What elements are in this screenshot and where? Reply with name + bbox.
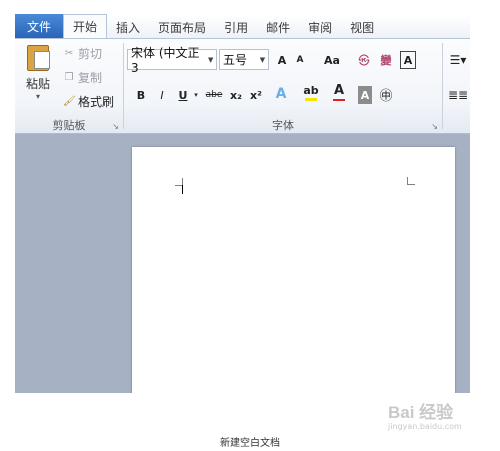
tab-file[interactable]: 文件 [15,14,64,38]
copy-label: 复制 [78,71,103,85]
underline-button[interactable]: U [176,86,190,104]
watermark-text: Bai 经验 [388,403,454,422]
paste-button[interactable]: 粘贴 ▾ [19,43,57,113]
watermark-logo: Bai 经验 jingyan.baidu.com [388,398,488,438]
grow-font-button[interactable]: A [274,51,290,69]
clipboard-group-label: 剪贴板 [52,119,86,132]
font-group: 宋体 (中文正3 ▼ 五号 ▼ A A Aa ㉿ 變 A B I U ▾ abe… [124,39,442,133]
enclose-characters-button[interactable]: ㊥ [378,85,394,104]
bullets-icon[interactable]: ☰▾ [447,51,469,69]
chevron-down-icon: ▼ [259,55,266,64]
shrink-font-button[interactable]: A [292,51,308,69]
font-color-button[interactable]: A [331,83,347,101]
subscript-button[interactable]: x₂ [228,86,244,104]
font-color-letter: A [333,83,345,98]
chevron-down-icon[interactable]: ▾ [192,86,200,104]
text-effects-button[interactable]: A [272,85,290,103]
highlight-button[interactable]: ab [302,83,320,101]
font-name-value: 宋体 (中文正3 [131,46,200,75]
ribbon-tab-bar: 文件 开始 插入 页面布局 引用 邮件 审阅 视图 [15,14,470,38]
clipboard-group: 粘贴 ▾ ✂ 剪切 ❐ 复制 🖌 格式刷 剪贴板 ↘ [15,39,123,133]
bold-button[interactable]: B [134,86,148,104]
tab-view[interactable]: 视图 [341,16,383,38]
paragraph-group: ☰▾ ≣≣ [445,39,470,133]
ribbon-home: 粘贴 ▾ ✂ 剪切 ❐ 复制 🖌 格式刷 剪贴板 ↘ 宋体 (中文正3 ▼ 五号… [15,38,470,134]
clear-formatting-button[interactable]: ㉿ [356,51,372,69]
cut-button[interactable]: ✂ 剪切 [63,45,102,62]
change-case-button[interactable]: Aa [320,51,344,69]
font-group-label: 字体 [272,119,294,132]
cut-label: 剪切 [78,47,103,61]
format-painter-label: 格式刷 [78,95,115,109]
paste-label: 粘贴 [25,77,50,91]
chevron-down-icon: ▼ [207,55,214,64]
tab-review[interactable]: 审阅 [299,16,341,38]
watermark-subtext: jingyan.baidu.com [388,422,462,431]
font-size-value: 五号 [223,53,248,67]
copy-icon: ❐ [64,72,74,83]
copy-button[interactable]: ❐ 复制 [63,69,103,86]
chevron-down-icon: ▾ [35,92,40,101]
clipboard-icon [27,45,50,71]
group-divider [442,43,443,129]
text-cursor [182,185,183,194]
highlight-letter: ab [303,83,319,97]
strikethrough-button[interactable]: abe [204,86,224,104]
character-border-button[interactable]: A [400,51,416,69]
highlight-color-bar [305,97,317,101]
tab-mailings[interactable]: 邮件 [257,16,299,38]
tab-page-layout[interactable]: 页面布局 [149,16,215,38]
align-left-icon[interactable]: ≣≣ [447,86,469,104]
font-size-combo[interactable]: 五号 ▼ [219,49,269,70]
margin-marker [407,177,415,185]
tab-insert[interactable]: 插入 [107,16,149,38]
brush-icon: 🖌 [63,96,76,107]
document-page[interactable] [132,147,455,393]
format-painter-button[interactable]: 🖌 格式刷 [63,93,114,110]
character-shading-button[interactable]: A [358,86,372,104]
scissors-icon: ✂ [64,48,74,59]
caption: 新建空白文档 [220,438,280,449]
font-name-combo[interactable]: 宋体 (中文正3 ▼ [127,46,217,75]
superscript-button[interactable]: x² [248,86,264,104]
phonetic-guide-button[interactable]: 變 [378,51,394,69]
dialog-launcher-icon[interactable]: ↘ [431,122,438,131]
italic-button[interactable]: I [155,86,169,104]
tab-references[interactable]: 引用 [215,16,257,38]
dialog-launcher-icon[interactable]: ↘ [112,122,119,131]
font-color-bar [333,99,345,101]
document-workspace [15,134,470,393]
tab-home[interactable]: 开始 [63,14,108,38]
